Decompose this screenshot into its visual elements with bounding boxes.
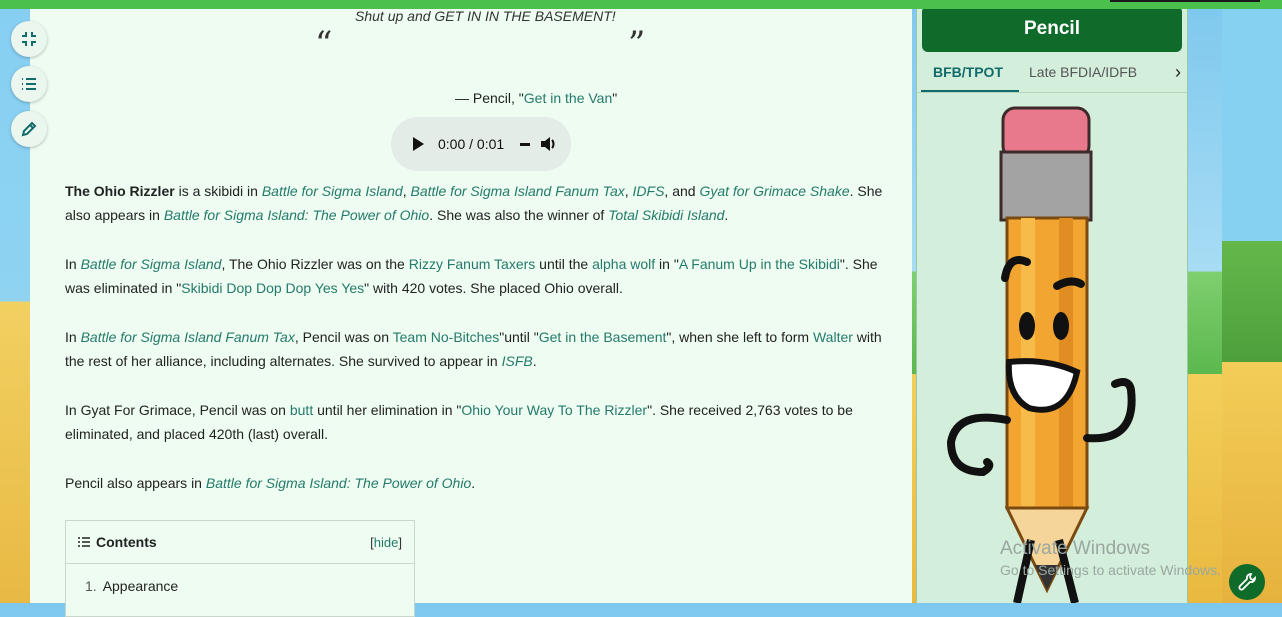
link-team[interactable]: butt — [290, 402, 313, 418]
audio-player: 0:00 / 0:01 — [391, 117, 571, 171]
attribution-link[interactable]: Get in the Van — [524, 90, 612, 106]
audio-time: 0:00 / 0:01 — [438, 136, 505, 152]
link-team[interactable]: Rizzy Fanum Taxers — [409, 256, 536, 272]
link-elimination-episode[interactable]: Skibidi Dop Dop Dop Yes Yes — [181, 280, 364, 296]
link-bfsi[interactable]: Battle for Sigma Island — [81, 256, 222, 272]
link-episode[interactable]: A Fanum Up in the Skibidi — [679, 256, 840, 272]
also-appears-paragraph: Pencil also appears in Battle for Sigma … — [65, 471, 905, 495]
volume-slider[interactable] — [520, 142, 531, 146]
pencil-edit-icon — [21, 121, 37, 137]
text: , — [624, 183, 633, 199]
attribution-suffix: " — [612, 90, 618, 106]
top-search-edge — [1110, 0, 1260, 2]
link-team[interactable]: Team No-Bitches — [393, 329, 500, 345]
chevron-right-icon[interactable]: › — [1175, 62, 1181, 83]
toc-item-label: Appearance — [102, 578, 179, 594]
text: In Gyat For Grimace, Pencil was on — [65, 402, 290, 418]
toc-hide-toggle: [hide] — [370, 535, 402, 550]
bfsi-paragraph: In Battle for Sigma Island, The Ohio Riz… — [65, 252, 905, 300]
list-icon — [22, 78, 36, 90]
text: is a skibidi in — [174, 183, 262, 199]
link-total-skibidi[interactable]: Total Skibidi Island — [608, 207, 724, 223]
text: "until " — [499, 329, 539, 345]
infobox-title: Pencil — [922, 6, 1182, 52]
link-isfb[interactable]: ISFB — [502, 353, 533, 369]
text: . — [724, 207, 729, 223]
tools-button[interactable] — [1229, 564, 1265, 600]
link-walter[interactable]: Walter — [813, 329, 853, 345]
collapse-icon — [22, 32, 36, 46]
text: in " — [655, 256, 679, 272]
fanum-tax-paragraph: In Battle for Sigma Island Fanum Tax, Pe… — [65, 325, 895, 373]
text: Pencil also appears in — [65, 475, 206, 491]
text: until the — [535, 256, 593, 272]
text: . — [532, 353, 537, 369]
tab-late-bfdia-idfb[interactable]: Late BFDIA/IDFB — [1029, 64, 1137, 80]
link-power-of-ohio[interactable]: Battle for Sigma Island: The Power of Oh… — [206, 475, 471, 491]
collapse-button[interactable] — [11, 21, 47, 57]
windows-activation-hint: Go to Settings to activate Windows. — [1000, 562, 1221, 578]
link-bfsi-fanum-tax[interactable]: Battle for Sigma Island Fanum Tax — [410, 183, 624, 199]
toc-item-number: 1. — [85, 578, 97, 594]
volume-icon[interactable] — [540, 136, 558, 152]
link-episode[interactable]: Get in the Basement — [539, 329, 667, 345]
link-gyat-grimace[interactable]: Gyat for Grimace Shake — [699, 183, 849, 199]
pencil-character-image — [947, 106, 1136, 603]
top-accent-bar — [0, 0, 1282, 9]
text: . She was also the winner of — [429, 207, 609, 223]
open-quote-mark: “ — [315, 24, 333, 64]
list-icon — [78, 537, 90, 547]
bracket: ] — [398, 535, 402, 550]
link-bfsi-fanum-tax[interactable]: Battle for Sigma Island Fanum Tax — [81, 329, 295, 345]
text: . — [471, 475, 476, 491]
intro-paragraph: The Ohio Rizzler is a skibidi in Battle … — [65, 179, 895, 227]
text: , The Ohio Rizzler was on the — [221, 256, 409, 272]
text: In — [65, 329, 81, 345]
toc-title: Contents — [96, 534, 157, 550]
play-icon[interactable] — [413, 137, 424, 151]
text: until her elimination in " — [313, 402, 462, 418]
text: , Pencil was on — [294, 329, 393, 345]
link-power-of-ohio[interactable]: Battle for Sigma Island: The Power of Oh… — [164, 207, 429, 223]
text: In — [65, 256, 81, 272]
toc-item[interactable]: 1. Appearance — [85, 578, 178, 594]
infobox-tabs: BFB/TPOT Late BFDIA/IDFB › — [917, 54, 1187, 93]
link-idfs[interactable]: IDFS — [633, 183, 665, 199]
edit-button[interactable] — [11, 111, 47, 147]
quote-attribution: — Pencil, "Get in the Van" — [455, 90, 617, 106]
active-tab-indicator — [921, 90, 1019, 92]
table-of-contents-button[interactable] — [11, 66, 47, 102]
toc-header: Contents [hide] — [66, 521, 414, 564]
right-background-strip — [1222, 0, 1282, 603]
text: " with 420 votes. She placed Ohio overal… — [364, 280, 623, 296]
subject-name: The Ohio Rizzler — [65, 183, 175, 199]
quote-text: Shut up and GET IN IN THE BASEMENT! — [355, 8, 616, 24]
character-infobox: Pencil BFB/TPOT Late BFDIA/IDFB › — [916, 0, 1188, 603]
wrench-icon — [1238, 573, 1256, 591]
attribution-prefix: — Pencil, " — [455, 90, 524, 106]
windows-activation-watermark: Activate Windows — [1000, 538, 1150, 559]
close-quote-mark: ” — [628, 24, 646, 64]
gyat-paragraph: In Gyat For Grimace, Pencil was on butt … — [65, 398, 885, 446]
text: ", when she left to form — [666, 329, 813, 345]
text: , and — [664, 183, 700, 199]
link-bfsi[interactable]: Battle for Sigma Island — [262, 183, 403, 199]
link-episode[interactable]: Ohio Your Way To The Rizzler — [461, 402, 647, 418]
link-alpha-wolf[interactable]: alpha wolf — [592, 256, 655, 272]
tab-bfb-tpot[interactable]: BFB/TPOT — [933, 64, 1003, 80]
table-of-contents: Contents [hide] 1. Appearance — [65, 520, 415, 617]
toc-hide-link[interactable]: hide — [374, 535, 399, 550]
